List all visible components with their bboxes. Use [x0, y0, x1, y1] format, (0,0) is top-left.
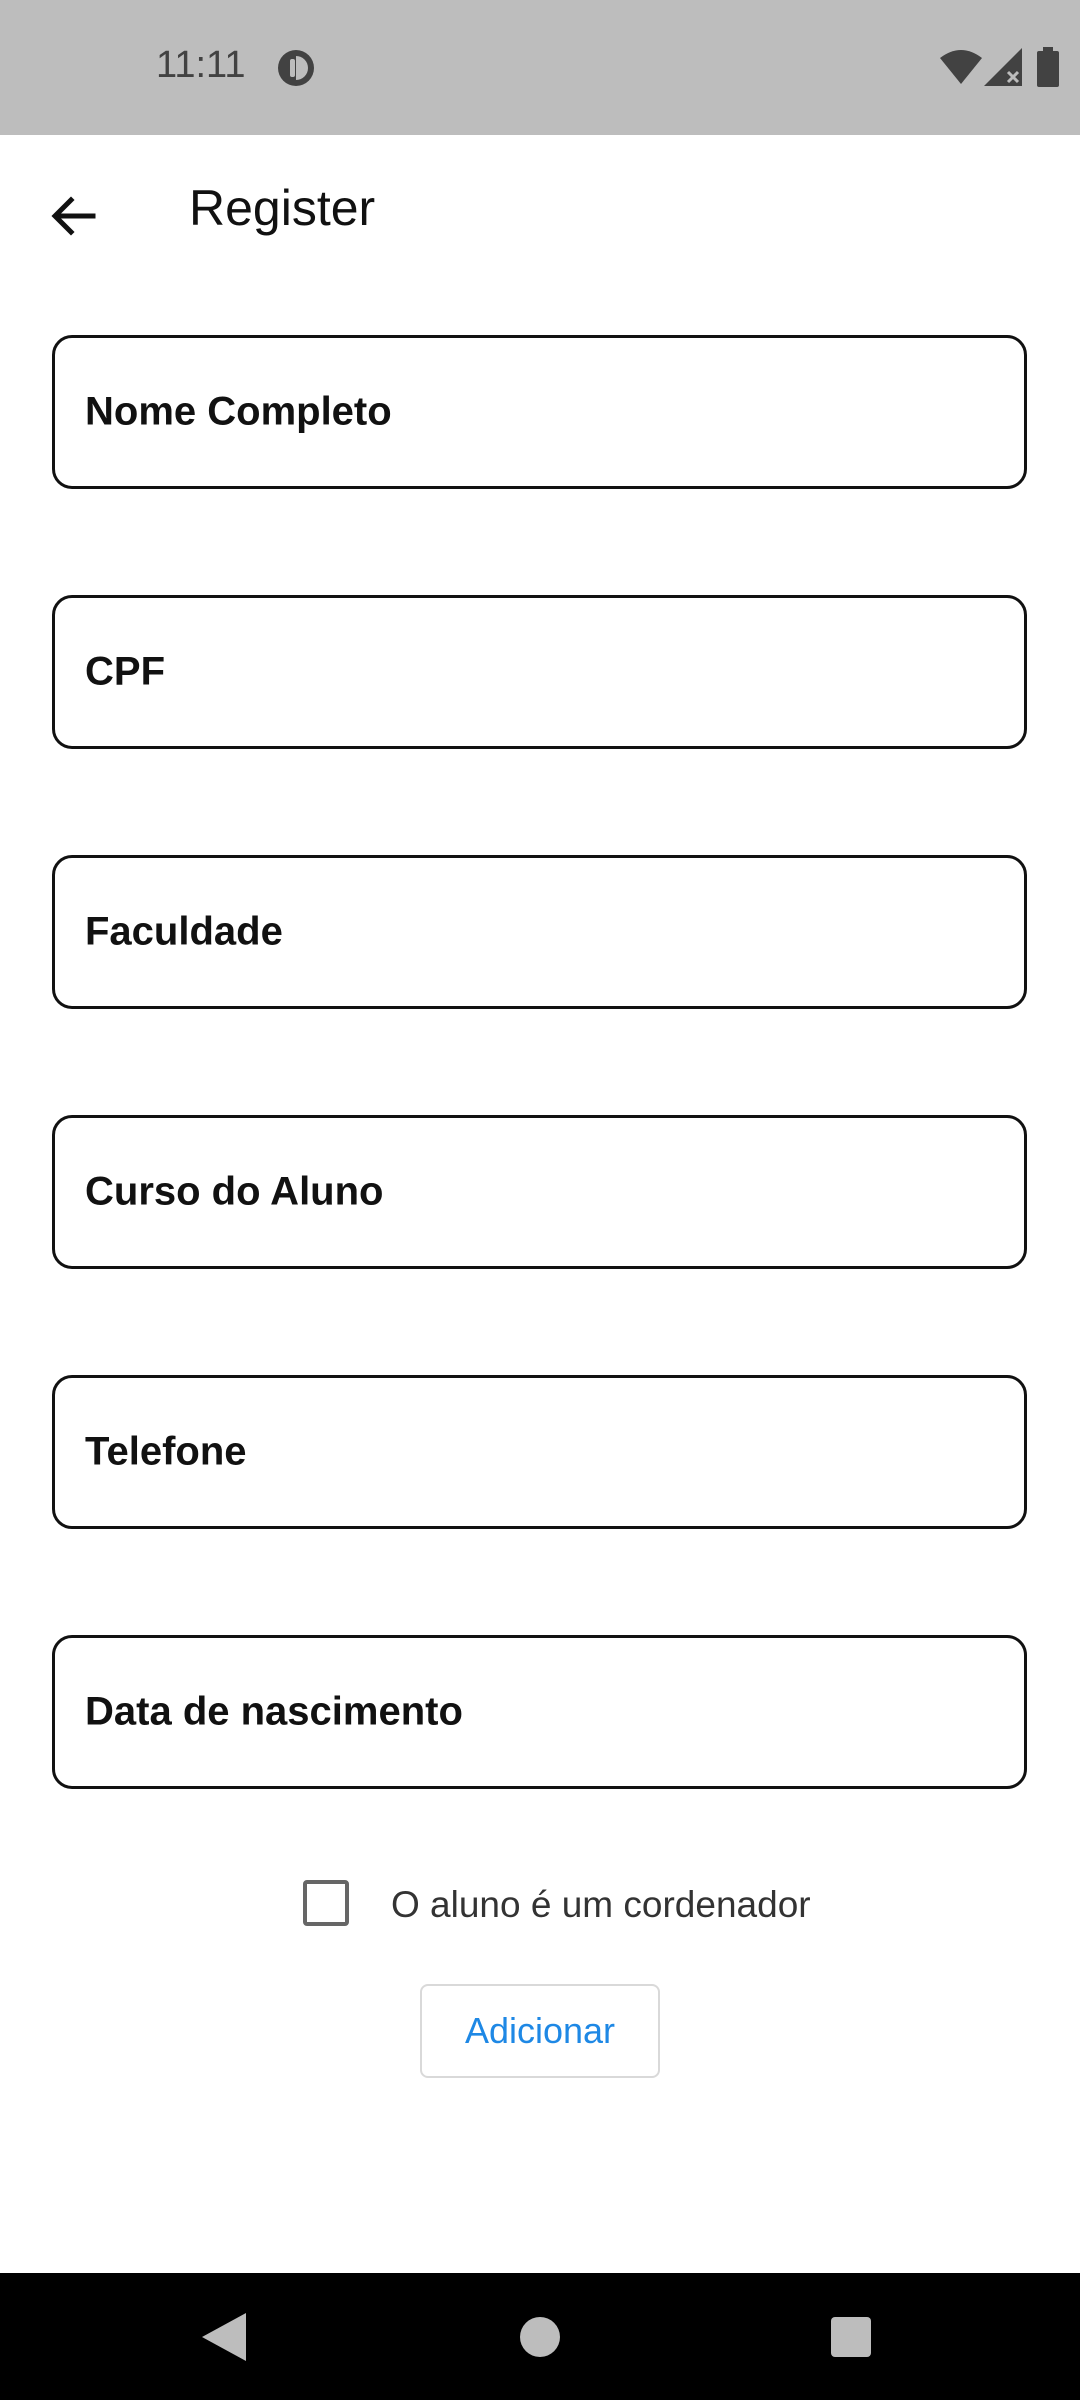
nav-back-icon[interactable]: [202, 2313, 246, 2361]
status-time: 11:11: [156, 44, 246, 86]
arrow-back-icon: [51, 196, 96, 236]
field-label: Curso do Aluno: [85, 1169, 384, 1214]
data-nascimento-field[interactable]: Data de nascimento: [52, 1635, 1027, 1789]
field-label: Data de nascimento: [85, 1689, 463, 1734]
battery-icon: [1037, 47, 1059, 87]
wifi-icon: [940, 50, 982, 84]
coordinator-checkbox-label: O aluno é um cordenador: [391, 1884, 811, 1925]
telefone-field[interactable]: Telefone: [52, 1375, 1027, 1529]
app-bar: Register: [0, 135, 1080, 285]
curso-field[interactable]: Curso do Aluno: [52, 1115, 1027, 1269]
nav-recents-icon[interactable]: [831, 2317, 871, 2357]
add-button[interactable]: Adicionar: [420, 1984, 660, 2078]
field-label: Faculdade: [85, 909, 283, 954]
coordinator-checkbox-row: O aluno é um cordenador: [303, 1880, 863, 1930]
signal-icon: [984, 48, 1022, 86]
faculdade-field[interactable]: Faculdade: [52, 855, 1027, 1009]
nav-home-icon[interactable]: [520, 2317, 560, 2357]
app-notification-icon: [278, 50, 314, 86]
nome-completo-field[interactable]: Nome Completo: [52, 335, 1027, 489]
back-button[interactable]: [30, 173, 116, 259]
status-bar: 11:11: [0, 0, 1080, 135]
field-label: Telefone: [85, 1429, 247, 1474]
field-label: Nome Completo: [85, 389, 392, 434]
field-label: CPF: [85, 649, 165, 694]
coordinator-checkbox[interactable]: [303, 1880, 349, 1926]
cpf-field[interactable]: CPF: [52, 595, 1027, 749]
navigation-bar: [0, 2273, 1080, 2400]
page-title: Register: [189, 180, 376, 236]
